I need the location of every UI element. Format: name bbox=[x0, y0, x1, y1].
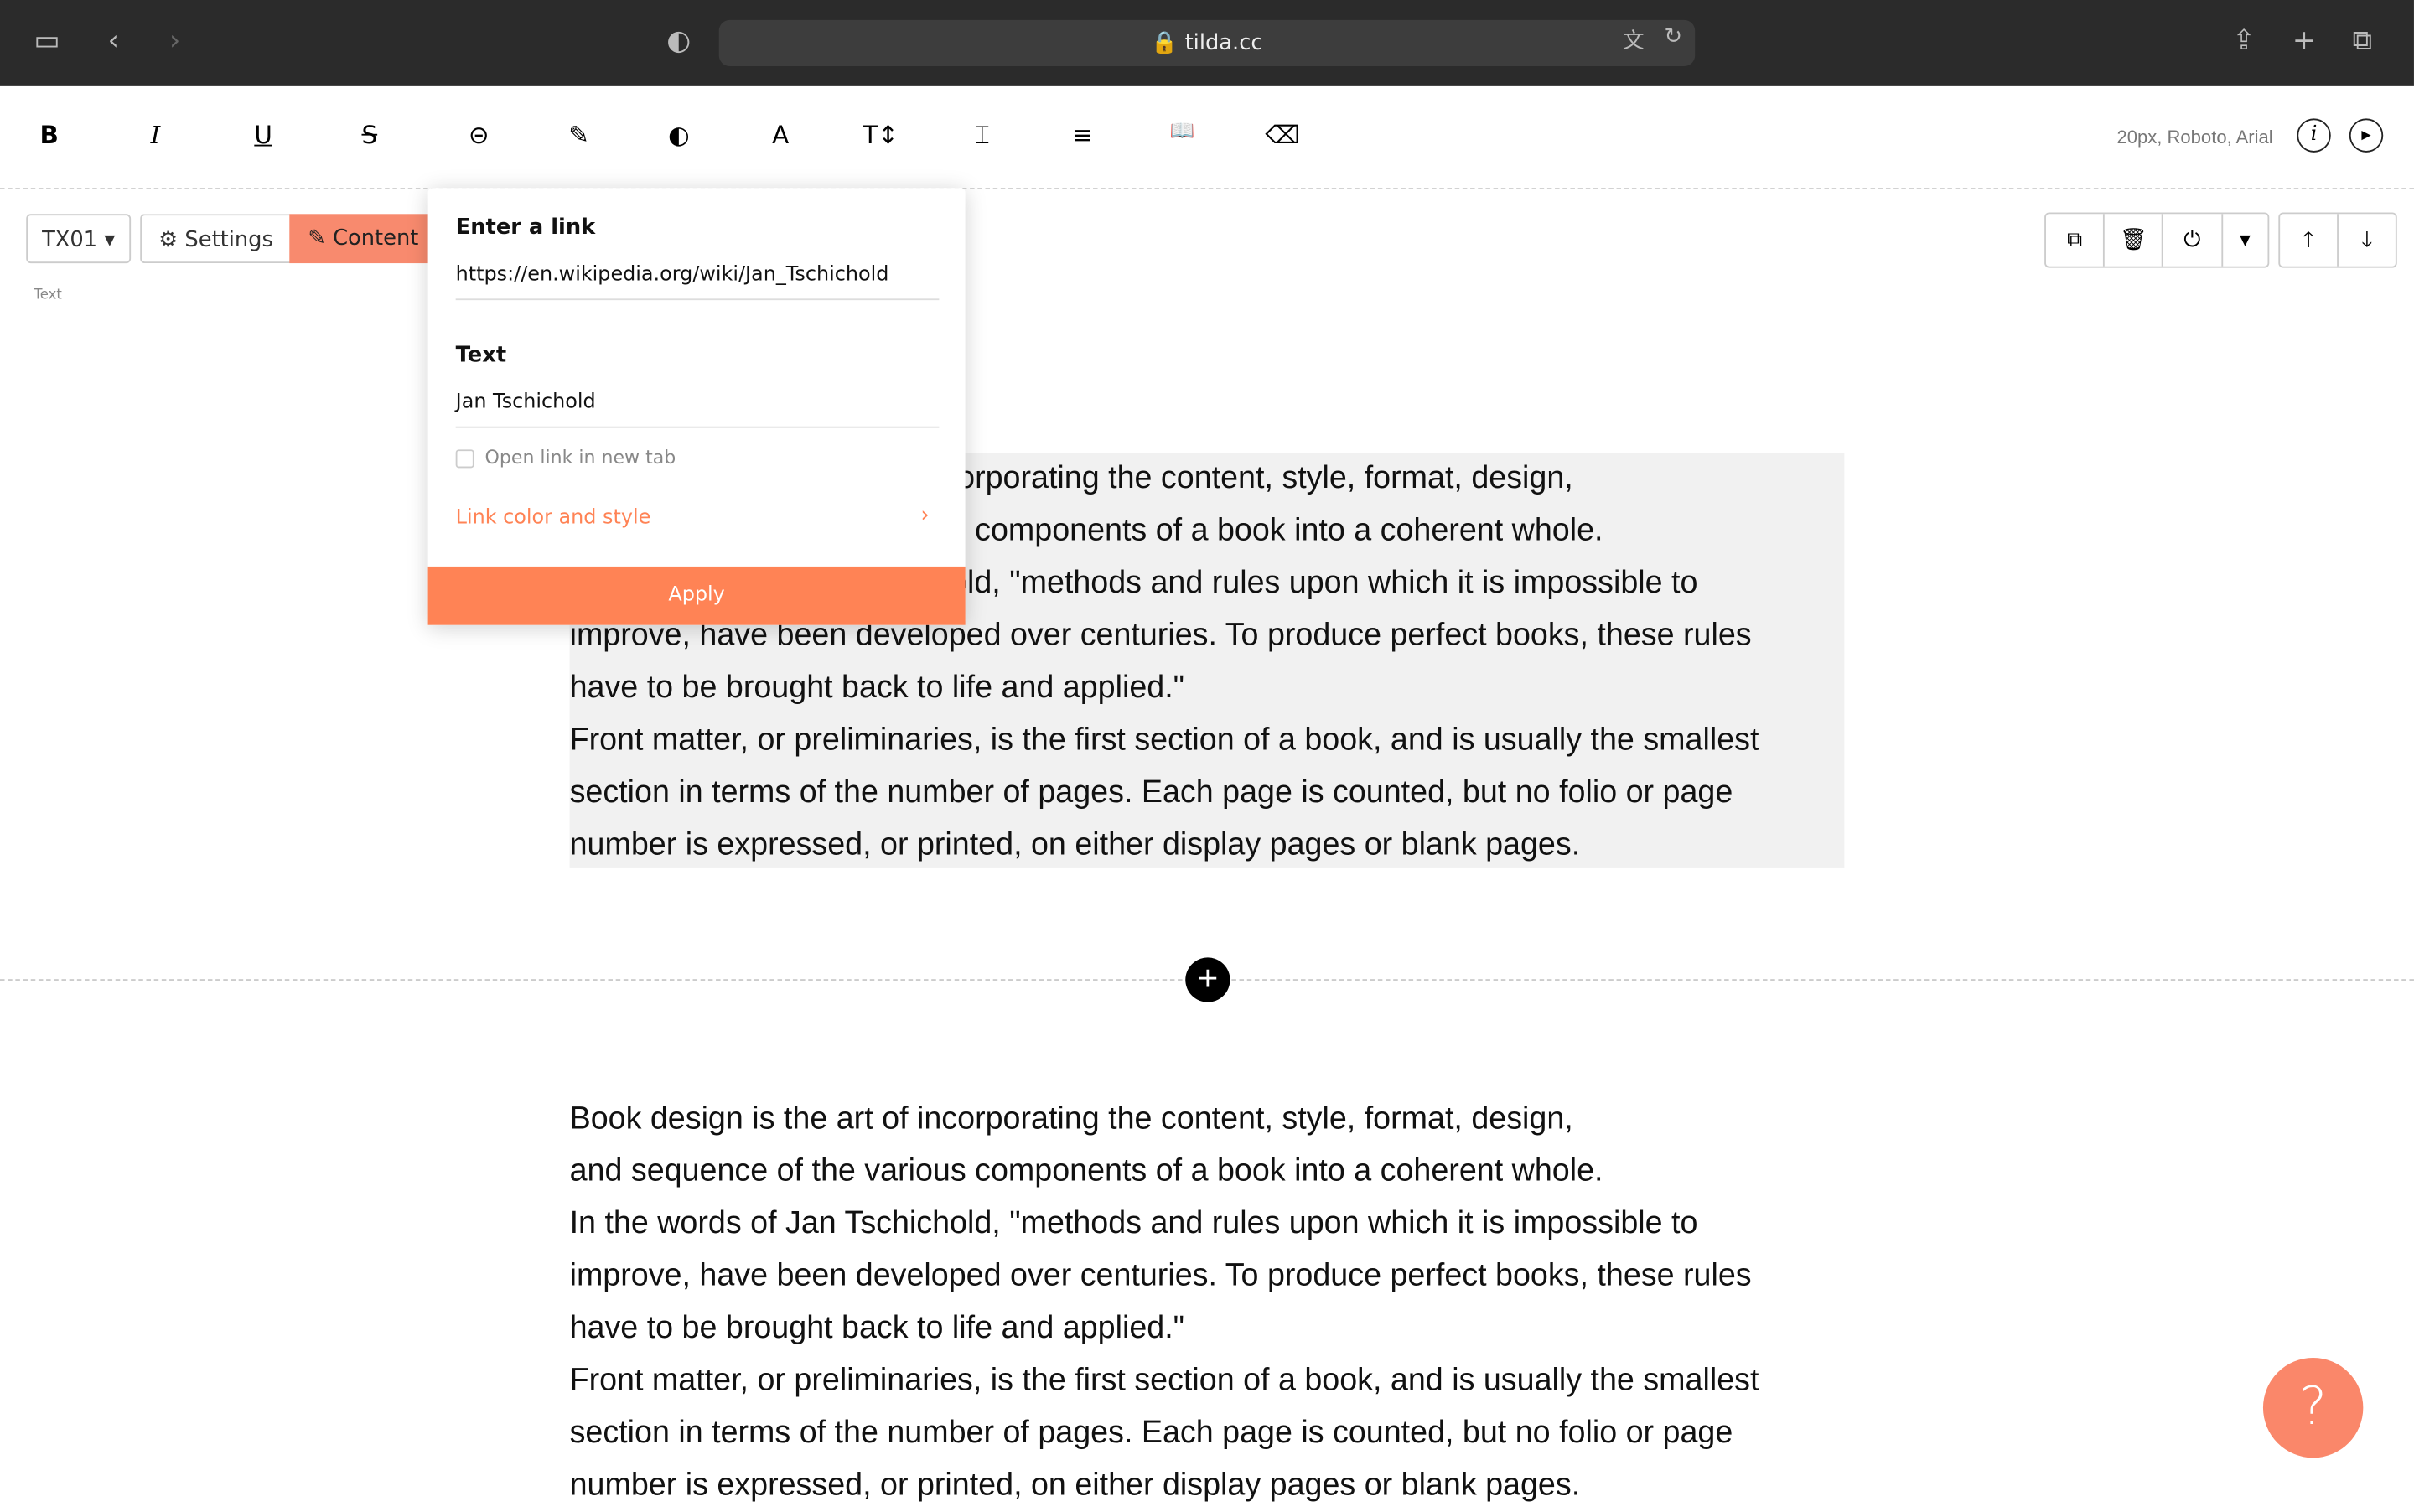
block-code-dropdown[interactable]: TX01 ▾ bbox=[26, 214, 132, 264]
paragraph-line: number is expressed, or printed, on eith… bbox=[569, 826, 1581, 862]
move-actions: 🡑 🡓 bbox=[2278, 212, 2397, 268]
new-tab-checkbox[interactable] bbox=[455, 449, 474, 469]
paragraph-line: improve, have been developed over centur… bbox=[569, 1257, 1752, 1293]
info-icon[interactable]: i bbox=[2297, 118, 2331, 153]
italic-button[interactable]: I bbox=[132, 120, 179, 149]
link-input[interactable]: https://en.wikipedia.org/wiki/Jan_Tschic… bbox=[455, 263, 940, 301]
content-label: Content bbox=[333, 225, 419, 251]
reload-icon[interactable]: ↻ bbox=[1664, 24, 1682, 49]
align-icon[interactable]: ≡ bbox=[1059, 120, 1106, 149]
play-help-icon[interactable]: ▶ bbox=[2349, 118, 2384, 153]
link-label: Enter a link bbox=[455, 215, 596, 241]
paragraph-line: section in terms of the number of pages.… bbox=[569, 774, 1733, 810]
pen-icon[interactable]: ✎ bbox=[556, 120, 602, 149]
paragraph-line: number is expressed, or printed, on eith… bbox=[569, 1467, 1581, 1503]
paragraph-line: have to be brought back to life and appl… bbox=[569, 1310, 1185, 1346]
eraser-icon[interactable]: ⌫ bbox=[1259, 120, 1305, 149]
apply-button[interactable]: Apply bbox=[427, 566, 966, 625]
translate-icon[interactable]: 文 bbox=[1623, 24, 1645, 55]
help-button[interactable]: ? bbox=[2262, 1357, 2364, 1458]
divider bbox=[0, 188, 2414, 189]
link-icon[interactable]: ⊝ bbox=[456, 120, 502, 149]
link-style-button[interactable]: Link color and style bbox=[456, 506, 651, 530]
power-icon[interactable]: ⏻ bbox=[2163, 214, 2223, 267]
pencil-icon: ✎ bbox=[308, 225, 326, 251]
strikethrough-button[interactable]: S bbox=[346, 120, 392, 149]
sidebar-icon[interactable]: ▭ bbox=[34, 24, 60, 57]
duplicate-icon[interactable]: ⧉ bbox=[2046, 214, 2106, 267]
font-size-icon[interactable]: T↕ bbox=[857, 120, 904, 149]
trash-icon[interactable]: 🗑 bbox=[2105, 214, 2164, 267]
add-block-button[interactable]: + bbox=[1185, 957, 1230, 1002]
block-type-label: Text bbox=[34, 287, 62, 303]
settings-button[interactable]: ⚙ Settings bbox=[140, 214, 294, 264]
paragraph-line: have to be brought back to life and appl… bbox=[569, 669, 1185, 706]
paragraph-line: Front matter, or preliminaries, is the f… bbox=[569, 722, 1759, 758]
settings-label: Settings bbox=[184, 227, 273, 253]
back-icon[interactable]: ‹ bbox=[108, 24, 119, 57]
gear-icon: ⚙ bbox=[158, 227, 179, 253]
paragraph-line: and sequence of the various components o… bbox=[569, 1152, 1603, 1188]
paragraph-line: Book design is the art of incorporating … bbox=[569, 1100, 1573, 1137]
url-text: tilda.cc bbox=[1184, 30, 1263, 56]
chevron-right-icon[interactable]: › bbox=[920, 504, 929, 528]
text-block[interactable]: Book design is the art of incorporating … bbox=[570, 1093, 1847, 1512]
paragraph-line: Front matter, or preliminaries, is the f… bbox=[569, 1362, 1759, 1398]
shield-icon[interactable]: ◐ bbox=[666, 24, 691, 57]
link-popup: Enter a link https://en.wikipedia.org/wi… bbox=[427, 188, 966, 625]
content-button[interactable]: ✎ Content bbox=[289, 214, 432, 264]
tabs-icon[interactable]: ⧉ bbox=[2352, 24, 2372, 57]
new-tab-icon[interactable]: + bbox=[2292, 24, 2316, 57]
address-bar[interactable]: 🔒 tilda.cc bbox=[718, 19, 1696, 66]
paragraph-line: In the words of Jan Tschichold, "methods… bbox=[569, 1205, 1698, 1241]
color-icon[interactable]: ◐ bbox=[655, 120, 702, 149]
font-info: 20px, Roboto, Arial bbox=[2116, 126, 2273, 148]
move-up-icon[interactable]: 🡑 bbox=[2280, 214, 2339, 267]
forward-icon[interactable]: › bbox=[169, 24, 180, 57]
font-icon[interactable]: A bbox=[758, 120, 804, 149]
block-code: TX01 bbox=[42, 227, 98, 253]
bold-button[interactable]: B bbox=[26, 120, 72, 149]
text-input[interactable]: Jan Tschichold bbox=[455, 391, 940, 428]
block-actions: ⧉ 🗑 ⏻ ▾ bbox=[2044, 212, 2270, 268]
book-icon[interactable]: 📖 bbox=[1159, 120, 1205, 143]
paragraph-line: section in terms of the number of pages.… bbox=[569, 1414, 1733, 1451]
move-down-icon[interactable]: 🡓 bbox=[2339, 214, 2396, 266]
more-dropdown-icon[interactable]: ▾ bbox=[2222, 214, 2267, 266]
line-height-icon[interactable]: ⌶ bbox=[959, 120, 1005, 151]
underline-button[interactable]: U bbox=[241, 120, 287, 149]
text-label: Text bbox=[455, 343, 507, 368]
new-tab-label[interactable]: Open link in new tab bbox=[485, 447, 676, 469]
share-icon[interactable]: ⇪ bbox=[2232, 24, 2256, 57]
